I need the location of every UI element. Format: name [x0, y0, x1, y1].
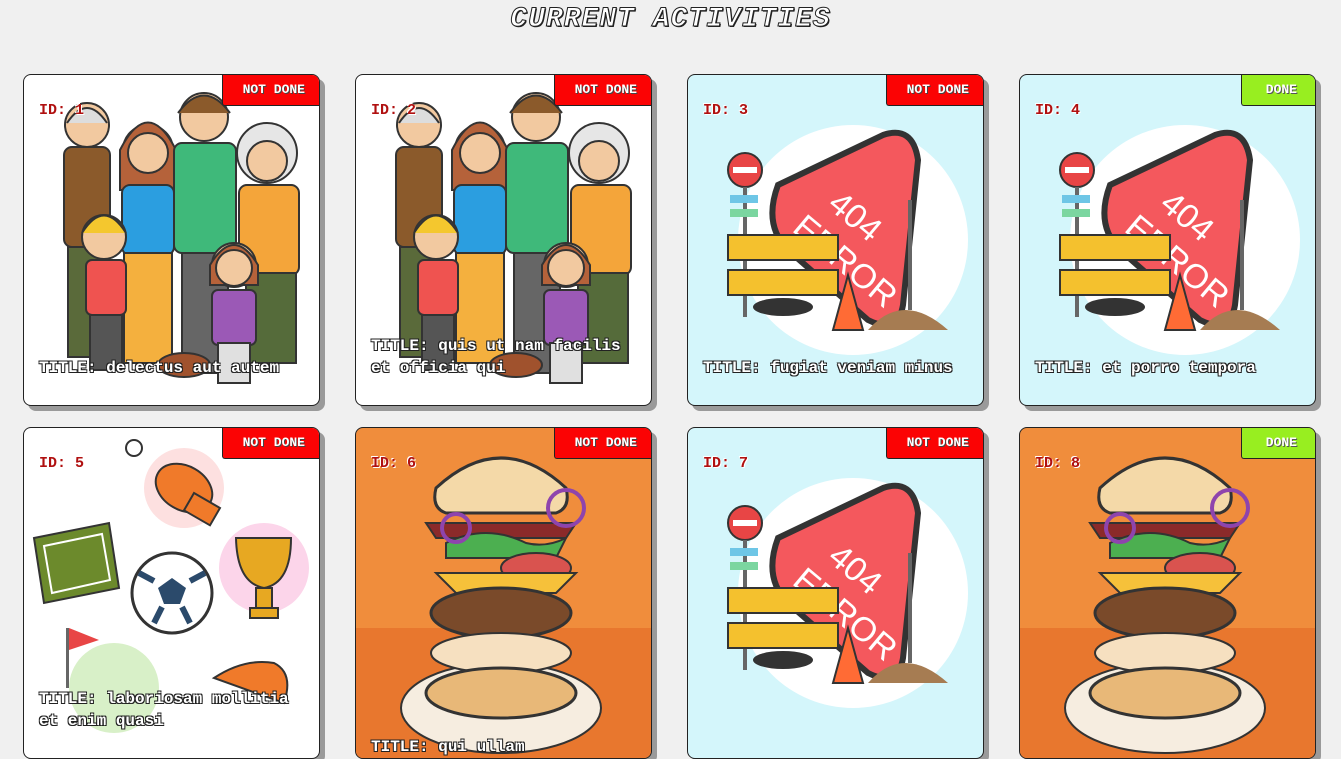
- activities-grid: NOT DONE ID: 1 TITLE: delectus aut autem: [23, 74, 1316, 759]
- card-id: ID: 4: [1035, 102, 1080, 119]
- burger-illustration: [356, 428, 651, 758]
- id-value: 5: [75, 455, 85, 472]
- id-value: 8: [1071, 455, 1081, 472]
- card-id: ID: 8: [1035, 455, 1080, 472]
- status-badge: DONE: [1240, 75, 1315, 106]
- activity-card[interactable]: NOT DONE ID: 2 TITLE: quis ut nam facili…: [355, 74, 652, 406]
- activity-card[interactable]: NOT DONE ID: 6 TITLE: qui ullam: [355, 427, 652, 759]
- card-id: ID: 1: [39, 102, 84, 119]
- title-label: TITLE:: [371, 337, 439, 355]
- title-value: fugiat veniam minus: [770, 359, 953, 377]
- card-id: ID: 3: [703, 102, 748, 119]
- id-label: ID:: [1035, 102, 1072, 119]
- title-label: TITLE:: [1035, 359, 1103, 377]
- id-value: 1: [75, 102, 85, 119]
- status-badge: NOT DONE: [221, 75, 319, 106]
- status-badge: NOT DONE: [885, 428, 983, 459]
- 404-error-illustration: 404 ERROR: [1020, 75, 1315, 405]
- status-badge: NOT DONE: [553, 75, 651, 106]
- id-value: 2: [407, 102, 417, 119]
- activity-card[interactable]: DONE ID: 8: [1019, 427, 1316, 759]
- id-label: ID:: [703, 102, 740, 119]
- card-id: ID: 7: [703, 455, 748, 472]
- id-label: ID:: [1035, 455, 1072, 472]
- status-badge: DONE: [1240, 428, 1315, 459]
- title-label: TITLE:: [39, 359, 107, 377]
- id-value: 6: [407, 455, 417, 472]
- card-id: ID: 2: [371, 102, 416, 119]
- id-value: 3: [739, 102, 749, 119]
- card-title: TITLE: quis ut nam facilis et officia qu…: [371, 335, 639, 379]
- 404-error-illustration: 404 ERROR: [688, 75, 983, 405]
- title-label: TITLE:: [39, 690, 107, 708]
- id-label: ID:: [39, 102, 76, 119]
- activity-card[interactable]: 404 ERROR NOT DONE ID: 3 TITLE: fugiat v…: [687, 74, 984, 406]
- id-label: ID:: [39, 455, 76, 472]
- id-value: 4: [1071, 102, 1081, 119]
- card-title: TITLE: et porro tempora: [1035, 357, 1303, 379]
- title-value: qui ullam: [438, 738, 525, 756]
- burger-illustration: [1020, 428, 1315, 758]
- page-title: CURRENT ACTIVITIES: [510, 4, 831, 36]
- card-title: TITLE: laboriosam mollitia et enim quasi: [39, 688, 307, 732]
- 404-error-illustration: 404 ERROR: [688, 428, 983, 758]
- status-badge: NOT DONE: [553, 428, 651, 459]
- id-label: ID:: [371, 102, 408, 119]
- title-value: et porro tempora: [1102, 359, 1256, 377]
- activity-card[interactable]: 404 ERROR DONE ID: 4 TITLE: et porro tem…: [1019, 74, 1316, 406]
- title-label: TITLE:: [703, 359, 771, 377]
- card-title: TITLE: qui ullam: [371, 736, 639, 758]
- card-id: ID: 6: [371, 455, 416, 472]
- title-value: delectus aut autem: [106, 359, 280, 377]
- title-label: TITLE:: [371, 738, 439, 756]
- activity-card[interactable]: 404 ERROR NOT DONE ID: 7: [687, 427, 984, 759]
- activity-card[interactable]: NOT DONE ID: 5 TITLE: laboriosam molliti…: [23, 427, 320, 759]
- id-label: ID:: [371, 455, 408, 472]
- card-title: TITLE: delectus aut autem: [39, 357, 307, 379]
- activity-card[interactable]: NOT DONE ID: 1 TITLE: delectus aut autem: [23, 74, 320, 406]
- card-title: TITLE: fugiat veniam minus: [703, 357, 971, 379]
- id-value: 7: [739, 455, 749, 472]
- status-badge: NOT DONE: [221, 428, 319, 459]
- family-illustration: [24, 75, 319, 405]
- id-label: ID:: [703, 455, 740, 472]
- status-badge: NOT DONE: [885, 75, 983, 106]
- card-id: ID: 5: [39, 455, 84, 472]
